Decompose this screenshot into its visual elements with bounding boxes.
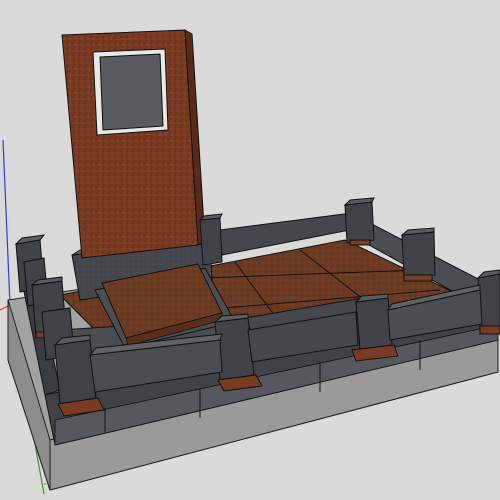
- blue-axis: [2, 139, 11, 306]
- portrait-plate: [99, 53, 164, 131]
- memorial-model-drawing: [0, 29, 500, 495]
- corner-post-back-right: [343, 197, 375, 246]
- 3d-viewport[interactable]: [0, 0, 500, 500]
- corner-post-back-mid: [198, 213, 223, 266]
- side-post-right-upper: [400, 227, 436, 282]
